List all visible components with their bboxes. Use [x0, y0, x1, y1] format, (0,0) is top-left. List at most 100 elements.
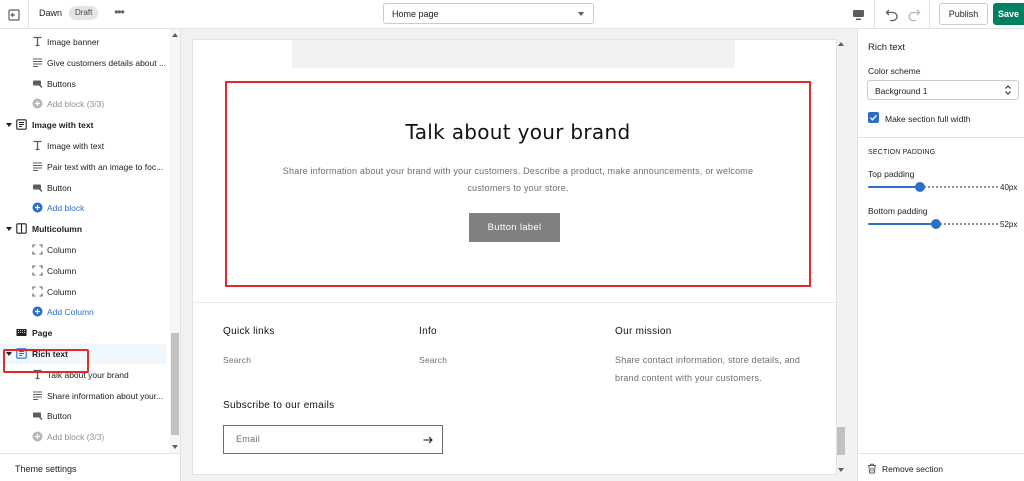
add-block-button[interactable]: Add Column: [0, 302, 166, 322]
tree-item-label: Button: [47, 411, 72, 422]
column-icon: [32, 286, 43, 297]
undo-icon[interactable]: [884, 6, 900, 22]
bottom-padding-slider[interactable]: [868, 219, 998, 229]
block-item[interactable]: Share information about your...: [0, 386, 166, 406]
save-button[interactable]: Save: [993, 3, 1024, 25]
publish-button[interactable]: Publish: [939, 3, 988, 25]
add-circle-icon: [32, 431, 43, 442]
paragraph-icon: [33, 391, 42, 400]
exit-icon: [8, 8, 20, 21]
redo-icon[interactable]: [906, 6, 922, 22]
block-item[interactable]: Image with text: [0, 136, 166, 156]
scroll-up-icon[interactable]: [838, 42, 844, 46]
add-circle-icon: [32, 98, 43, 109]
full-width-label: Make section full width: [885, 114, 971, 124]
tree-item-label: Image with text: [32, 120, 94, 131]
slider-fill: [868, 223, 936, 225]
rich-text-button[interactable]: Button label: [469, 213, 560, 242]
tree-item-label: Image with text: [47, 141, 105, 151]
undo-redo-group: [874, 0, 930, 29]
block-item[interactable]: Give customers details about ...: [0, 53, 166, 73]
exit-button[interactable]: [0, 0, 29, 29]
slider-fill: [868, 186, 920, 188]
button-icon: [33, 412, 43, 421]
block-item[interactable]: Column: [0, 282, 166, 302]
block-item[interactable]: Image banner: [0, 32, 166, 52]
remove-section-label: Remove section: [882, 464, 943, 474]
footer-divider: [193, 302, 836, 303]
footer-info-heading: Info: [419, 326, 437, 337]
top-bar: Dawn Draft ••• Home page Publish Save: [0, 0, 1024, 29]
rich-text-body: Share information about your brand with …: [282, 166, 754, 193]
device-preview-button[interactable]: [843, 0, 874, 29]
section-tree: Image banner Give customers details about…: [0, 29, 170, 453]
preview-scrollbar[interactable]: [835, 39, 847, 475]
tree-item-label: Column: [47, 265, 77, 276]
footer-info-search[interactable]: Search: [419, 355, 447, 365]
status-badge: Draft: [69, 6, 99, 20]
add-circle-icon: [32, 306, 43, 317]
block-item[interactable]: Column: [0, 261, 166, 281]
footer-quick-links-heading: Quick links: [223, 326, 275, 337]
bottom-padding-value: 52px: [1000, 220, 1018, 229]
tree-item-label: Add block: [47, 203, 85, 214]
image-with-text-icon: [16, 119, 27, 130]
desktop-icon: [853, 9, 864, 20]
section-item[interactable]: Image with text: [0, 115, 166, 135]
block-item[interactable]: Buttons: [0, 74, 166, 94]
bottom-padding-label: Bottom padding: [868, 206, 928, 216]
more-actions-button[interactable]: •••: [111, 4, 127, 22]
tree-item-label: Add block (3/3): [47, 99, 105, 110]
sidebar-scrollbar[interactable]: [170, 29, 180, 453]
scroll-down-icon[interactable]: [838, 468, 844, 472]
theme-settings-label: Theme settings: [15, 464, 77, 474]
add-block-button-disabled[interactable]: Add block (3/3): [0, 427, 166, 447]
checkmark-icon: [870, 114, 878, 121]
section-item-page[interactable]: Page: [0, 323, 166, 343]
email-placeholder: Email: [236, 434, 261, 444]
paragraph-icon: [33, 162, 42, 171]
color-scheme-select[interactable]: Background 1: [867, 80, 1019, 100]
tree-item-label: Buttons: [47, 78, 76, 89]
block-item[interactable]: Pair text with an image to foc...: [0, 157, 166, 177]
top-padding-slider[interactable]: [868, 182, 998, 192]
section-item[interactable]: Multicolumn: [0, 219, 166, 239]
footer-mission-heading: Our mission: [615, 326, 672, 337]
block-item[interactable]: Button: [0, 178, 166, 198]
collapse-arrow-icon[interactable]: [6, 123, 12, 128]
add-block-button-disabled[interactable]: Add block (3/3): [0, 94, 166, 114]
tree-item-label: Add block (3/3): [47, 432, 105, 443]
trash-icon: [868, 463, 876, 474]
scroll-thumb[interactable]: [171, 333, 179, 435]
add-block-button[interactable]: Add block: [0, 198, 166, 218]
section-padding-caption: SECTION PADDING: [868, 149, 936, 156]
block-item[interactable]: Column: [0, 240, 166, 260]
collapse-arrow-icon[interactable]: [6, 227, 12, 232]
panel-divider: [858, 137, 1024, 138]
rich-text-section[interactable]: Talk about your brand Share information …: [225, 81, 811, 287]
columns-icon: [16, 223, 27, 234]
column-icon: [32, 244, 43, 255]
full-width-checkbox[interactable]: [868, 112, 879, 123]
text-icon: [33, 36, 42, 47]
scroll-down-icon[interactable]: [172, 445, 178, 449]
scroll-thumb[interactable]: [837, 427, 845, 455]
page-icon: [16, 329, 27, 337]
top-padding-value: 40px: [1000, 183, 1018, 192]
page-selector[interactable]: Home page: [383, 3, 594, 24]
email-field[interactable]: Email: [223, 425, 443, 454]
tree-item-label: Page: [32, 328, 53, 339]
tree-item-label: Add Column: [47, 307, 94, 318]
scroll-up-icon[interactable]: [172, 33, 178, 37]
remove-section-button[interactable]: Remove section: [858, 453, 1024, 481]
footer-quick-links-search[interactable]: Search: [223, 355, 251, 365]
block-item[interactable]: Button: [0, 406, 166, 426]
theme-settings-button[interactable]: Theme settings: [0, 453, 180, 481]
add-circle-icon: [32, 202, 43, 213]
slider-track: [935, 223, 998, 225]
color-scheme-value: Background 1: [875, 86, 928, 96]
arrow-right-icon[interactable]: [422, 434, 434, 446]
slider-thumb[interactable]: [930, 219, 941, 229]
slider-thumb[interactable]: [915, 182, 925, 192]
selection-highlight: [3, 349, 89, 373]
